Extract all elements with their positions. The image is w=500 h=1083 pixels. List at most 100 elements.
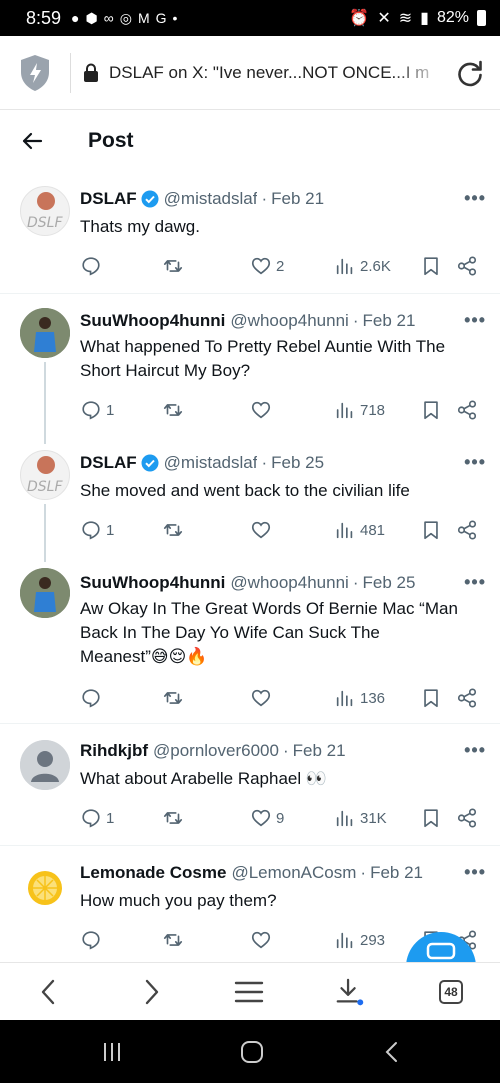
reply-button[interactable] [80,255,106,277]
gmail-icon: M [137,10,150,26]
like-button[interactable]: 9 [250,807,284,829]
handle[interactable]: @whoop4hunni [230,573,348,593]
handle[interactable]: @mistadslaf [164,189,258,209]
reply-icon [82,809,100,828]
more-icon[interactable]: ••• [464,310,486,331]
avatar[interactable]: DSLF [20,186,70,236]
browser-bottom-nav: 48 [0,962,500,1020]
display-name[interactable]: Rihdkjbf [80,741,148,761]
tweet-date[interactable]: Feb 21 [370,863,423,883]
more-icon[interactable]: ••• [464,188,486,209]
bookmark-button[interactable] [420,519,442,541]
like-button[interactable] [250,929,276,951]
downloads-button[interactable] [334,977,364,1007]
views-button[interactable]: 718 [334,399,385,421]
more-icon[interactable]: ••• [464,572,486,593]
bookmark-button[interactable] [420,807,442,829]
more-icon[interactable]: ••• [464,452,486,473]
tweet-date[interactable]: Feb 25 [271,453,324,473]
display-name[interactable]: SuuWhoop4hunni [80,573,225,593]
share-icon [457,256,477,276]
system-back-icon[interactable] [380,1040,404,1064]
share-button[interactable] [456,687,478,709]
share-button[interactable] [456,519,478,541]
menu-icon [234,981,264,1003]
back-arrow-icon[interactable] [20,129,44,153]
handle[interactable]: @pornlover6000 [153,741,279,761]
menu-button[interactable] [234,977,264,1007]
avatar[interactable] [20,568,70,618]
reply-button[interactable] [80,929,106,951]
retweet-button[interactable] [162,519,188,541]
retweet-button[interactable] [162,687,188,709]
reply-button[interactable] [80,687,106,709]
views-button[interactable]: 31K [334,807,387,829]
share-button[interactable] [456,807,478,829]
like-icon [251,689,271,707]
avatar[interactable] [20,862,70,912]
home-icon[interactable] [240,1040,264,1064]
bookmark-button[interactable] [420,255,442,277]
display-name[interactable]: DSLAF [80,189,137,209]
like-button[interactable]: 2 [250,255,284,277]
like-count: 2 [276,257,285,275]
retweet-button[interactable] [162,399,188,421]
forward-button[interactable] [136,977,166,1007]
views-button[interactable]: 136 [334,687,385,709]
display-name[interactable]: Lemonade Cosme [80,863,226,883]
url-text[interactable]: DSLAF on X: "Ive never...NOT ONCE...I m [109,63,444,83]
views-button[interactable]: 2.6K [334,255,391,277]
avatar[interactable] [20,740,70,790]
svg-text:DSLF: DSLF [27,479,63,495]
bookmark-icon [424,689,438,708]
tweet[interactable]: SuuWhoop4hunni @whoop4hunni · Feb 21 •••… [0,294,500,436]
tweet-date[interactable]: Feb 21 [271,189,324,209]
battery-icon [477,10,486,26]
handle[interactable]: @whoop4hunni [230,311,348,331]
like-button[interactable] [250,519,276,541]
like-button[interactable] [250,399,276,421]
reply-button[interactable]: 1 [80,807,114,829]
tweet-date[interactable]: Feb 25 [362,573,415,593]
retweet-button[interactable] [162,929,188,951]
page-title: Post [88,129,134,152]
views-icon [336,522,353,539]
separator-dot: · [261,452,268,472]
tweet-date[interactable]: Feb 21 [362,311,415,331]
views-button[interactable]: 293 [334,929,385,951]
handle[interactable]: @mistadslaf [164,453,258,473]
tweet-date[interactable]: Feb 21 [293,741,346,761]
url-divider [70,52,71,93]
tweet[interactable]: Rihdkjbf @pornlover6000 · Feb 21 ••• Wha… [0,724,500,846]
retweet-button[interactable] [162,255,188,277]
share-button[interactable] [456,255,478,277]
views-button[interactable]: 481 [334,519,385,541]
tweet[interactable]: SuuWhoop4hunni @whoop4hunni · Feb 25 •••… [0,556,500,724]
share-button[interactable] [456,399,478,421]
reload-icon[interactable] [454,57,486,89]
reply-button[interactable]: 1 [80,519,114,541]
back-button[interactable] [34,977,64,1007]
display-name[interactable]: DSLAF [80,453,137,473]
bookmark-button[interactable] [420,399,442,421]
tabs-button[interactable]: 48 [436,977,466,1007]
like-button[interactable] [250,687,276,709]
tweet-header: DSLAF @mistadslaf · Feb 25 ••• [80,452,486,473]
separator-dot: · [352,572,359,592]
recent-apps-icon[interactable] [100,1040,124,1064]
more-icon[interactable]: ••• [464,740,486,761]
retweet-button[interactable] [162,807,188,829]
lock-icon [84,63,98,82]
voicemail-icon: ∞ [103,10,114,26]
bookmark-button[interactable] [420,687,442,709]
tweet[interactable]: DSLF DSLAF @mistadslaf · Feb 21 ••• That… [0,172,500,294]
handle[interactable]: @LemonACosm [231,863,356,883]
avatar[interactable]: DSLF [20,450,70,500]
display-name[interactable]: SuuWhoop4hunni [80,311,225,331]
download-icon [336,978,364,1006]
shield-icon[interactable] [18,53,52,93]
avatar[interactable] [20,308,70,358]
tweet[interactable]: DSLF DSLAF @mistadslaf · Feb 25 ••• She … [0,436,500,556]
more-icon[interactable]: ••• [464,862,486,883]
reply-button[interactable]: 1 [80,399,114,421]
